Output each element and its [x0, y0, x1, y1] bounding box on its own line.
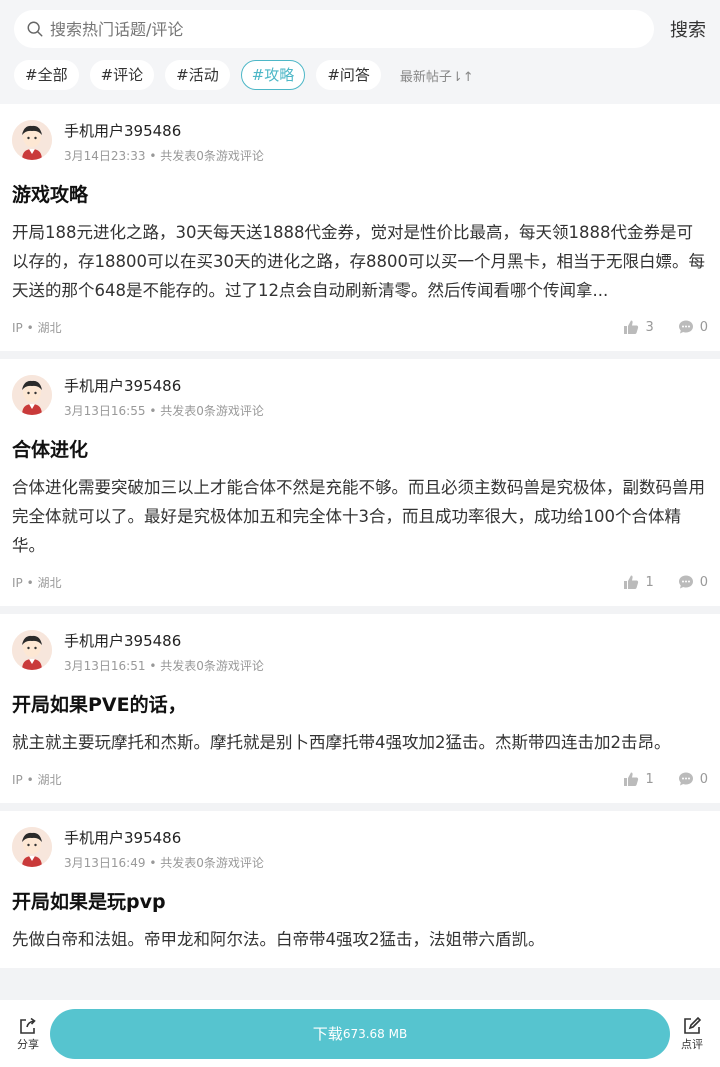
- comment-icon: [678, 320, 693, 334]
- post-time: 3月13日16:55: [64, 404, 146, 418]
- avatar-icon: [12, 827, 52, 867]
- post-card[interactable]: 手机用户395486 3月13日16:55 • 共发表0条游戏评论 合体进化 合…: [0, 359, 720, 606]
- post-title[interactable]: 游戏攻略: [12, 180, 708, 210]
- post-meta-suffix: • 共发表0条游戏评论: [149, 659, 264, 673]
- search-box[interactable]: [14, 10, 654, 48]
- post-meta: 3月13日16:49 • 共发表0条游戏评论: [64, 854, 264, 871]
- chip-review[interactable]: #评论: [89, 60, 155, 90]
- post-time: 3月13日16:49: [64, 856, 146, 870]
- comment-count: 0: [699, 574, 708, 590]
- author-row: 手机用户395486 3月14日23:33 • 共发表0条游戏评论: [12, 120, 708, 164]
- avatar[interactable]: [12, 120, 52, 160]
- post-title[interactable]: 开局如果是玩pvp: [12, 887, 708, 917]
- chip-guide[interactable]: #攻略: [240, 60, 306, 90]
- search-input[interactable]: [50, 19, 642, 39]
- comment-button[interactable]: 0: [678, 771, 708, 787]
- author-name[interactable]: 手机用户395486: [64, 631, 264, 651]
- post-footer: IP • 湖北 1 0: [12, 572, 708, 592]
- bottom-action-bar: 分享 下载 673.68 MB 点评: [0, 1000, 720, 1067]
- download-label: 下载: [312, 1025, 343, 1043]
- post-meta: 3月14日23:33 • 共发表0条游戏评论: [64, 147, 264, 164]
- search-button[interactable]: 搜索: [666, 16, 706, 42]
- review-label: 点评: [681, 1037, 703, 1051]
- header: 搜索 #全部 #评论 #活动 #攻略 #问答 最新帖子⇂↑: [0, 0, 720, 104]
- comment-button[interactable]: 0: [678, 319, 708, 335]
- post-feed: 手机用户395486 3月14日23:33 • 共发表0条游戏评论 游戏攻略 开…: [0, 104, 720, 1067]
- download-button[interactable]: 下载 673.68 MB: [50, 1008, 670, 1059]
- avatar-icon: [12, 375, 52, 415]
- filter-row: #全部 #评论 #活动 #攻略 #问答 最新帖子⇂↑: [14, 59, 706, 91]
- avatar[interactable]: [12, 375, 52, 415]
- share-label: 分享: [17, 1037, 39, 1051]
- author-row: 手机用户395486 3月13日16:51 • 共发表0条游戏评论: [12, 630, 708, 674]
- like-count: 1: [645, 574, 654, 590]
- ip-location: IP • 湖北: [12, 575, 62, 590]
- avatar[interactable]: [12, 827, 52, 867]
- comment-count: 0: [699, 771, 708, 787]
- post-card[interactable]: 手机用户395486 3月13日16:51 • 共发表0条游戏评论 开局如果PV…: [0, 614, 720, 803]
- chip-all[interactable]: #全部: [14, 60, 79, 90]
- review-button[interactable]: 点评: [676, 1016, 708, 1052]
- comment-icon: [678, 575, 693, 589]
- post-card[interactable]: 手机用户395486 3月13日16:49 • 共发表0条游戏评论 开局如果是玩…: [0, 811, 720, 968]
- avatar-icon: [12, 630, 52, 670]
- share-button[interactable]: 分享: [12, 1016, 44, 1052]
- thumbs-up-icon: [624, 320, 639, 334]
- post-body[interactable]: 合体进化需要突破加三以上才能合体不然是充能不够。而且必须主数码兽是究极体，副数码…: [12, 473, 708, 560]
- author-name[interactable]: 手机用户395486: [64, 376, 264, 396]
- post-stats: 1 0: [599, 574, 708, 590]
- thumbs-up-icon: [624, 575, 639, 589]
- download-size: 673.68 MB: [342, 1026, 408, 1041]
- author-info: 手机用户395486 3月13日16:55 • 共发表0条游戏评论: [64, 375, 264, 419]
- post-time: 3月14日23:33: [64, 149, 146, 163]
- search-icon: [27, 21, 43, 37]
- post-meta-suffix: • 共发表0条游戏评论: [149, 149, 264, 163]
- sort-dropdown[interactable]: 最新帖子⇂↑: [400, 66, 474, 85]
- comment-icon: [678, 772, 693, 786]
- author-row: 手机用户395486 3月13日16:55 • 共发表0条游戏评论: [12, 375, 708, 419]
- edit-icon: [684, 1016, 702, 1034]
- comment-count: 0: [699, 319, 708, 335]
- chip-qa[interactable]: #问答: [316, 60, 381, 90]
- like-count: 3: [645, 319, 654, 335]
- author-name[interactable]: 手机用户395486: [64, 828, 264, 848]
- post-body[interactable]: 开局188元进化之路，30天每天送1888代金券，觉对是性价比最高，每天领188…: [12, 218, 708, 305]
- like-button[interactable]: 3: [623, 319, 654, 335]
- post-footer: IP • 湖北 1 0: [12, 769, 708, 789]
- search-row: 搜索: [14, 10, 706, 48]
- post-meta: 3月13日16:55 • 共发表0条游戏评论: [64, 402, 264, 419]
- avatar-icon: [12, 120, 52, 160]
- post-body[interactable]: 先做白帝和法姐。帝甲龙和阿尔法。白帝带4强攻2猛击，法姐带六盾凯。: [12, 925, 708, 954]
- like-button[interactable]: 1: [623, 771, 654, 787]
- thumbs-up-icon: [624, 772, 639, 786]
- post-title[interactable]: 合体进化: [12, 435, 708, 465]
- post-meta-suffix: • 共发表0条游戏评论: [149, 856, 264, 870]
- avatar[interactable]: [12, 630, 52, 670]
- ip-location: IP • 湖北: [12, 772, 62, 787]
- post-footer: IP • 湖北 3 0: [12, 317, 708, 337]
- author-info: 手机用户395486 3月13日16:49 • 共发表0条游戏评论: [64, 827, 264, 871]
- chip-activity[interactable]: #活动: [165, 60, 230, 90]
- share-icon: [20, 1017, 36, 1034]
- author-info: 手机用户395486 3月13日16:51 • 共发表0条游戏评论: [64, 630, 264, 674]
- post-stats: 3 0: [599, 319, 708, 335]
- post-meta-suffix: • 共发表0条游戏评论: [149, 404, 264, 418]
- post-title[interactable]: 开局如果PVE的话，: [12, 690, 708, 720]
- like-count: 1: [645, 771, 654, 787]
- post-body[interactable]: 就主就主要玩摩托和杰斯。摩托就是别卜西摩托带4强攻加2猛击。杰斯带四连击加2击昂…: [12, 728, 708, 757]
- post-card[interactable]: 手机用户395486 3月14日23:33 • 共发表0条游戏评论 游戏攻略 开…: [0, 104, 720, 351]
- like-button[interactable]: 1: [623, 574, 654, 590]
- ip-location: IP • 湖北: [12, 320, 62, 335]
- author-name[interactable]: 手机用户395486: [64, 121, 264, 141]
- post-time: 3月13日16:51: [64, 659, 146, 673]
- author-row: 手机用户395486 3月13日16:49 • 共发表0条游戏评论: [12, 827, 708, 871]
- author-info: 手机用户395486 3月14日23:33 • 共发表0条游戏评论: [64, 120, 264, 164]
- post-stats: 1 0: [599, 771, 708, 787]
- comment-button[interactable]: 0: [678, 574, 708, 590]
- post-meta: 3月13日16:51 • 共发表0条游戏评论: [64, 657, 264, 674]
